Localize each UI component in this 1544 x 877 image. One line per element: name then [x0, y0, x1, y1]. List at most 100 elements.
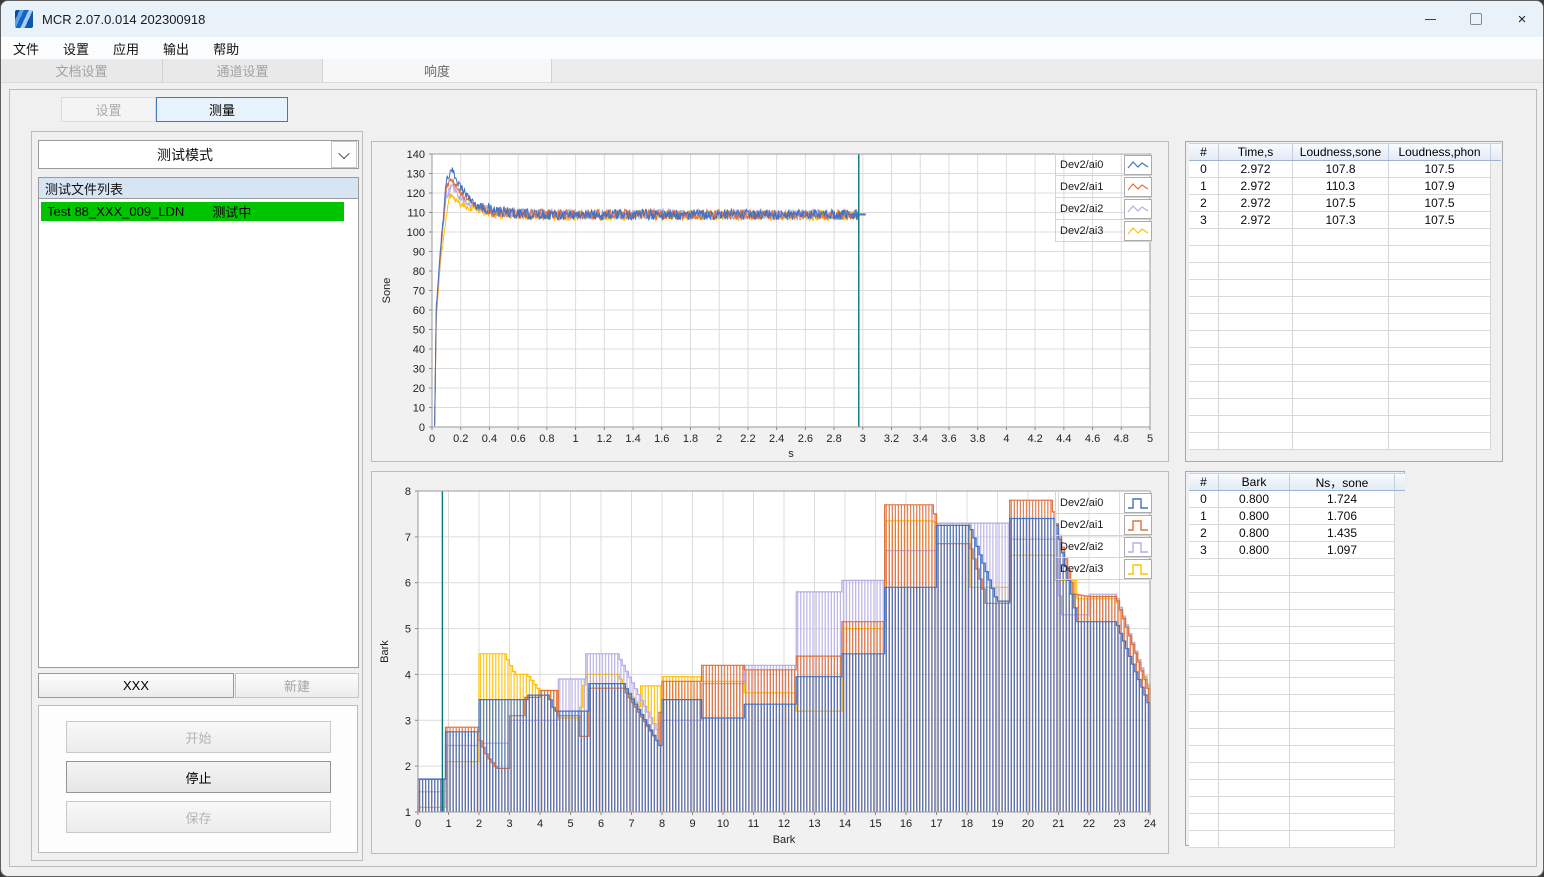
legend-glyph-icon	[1128, 519, 1148, 531]
menu-item-5[interactable]: 帮助	[201, 37, 251, 59]
y-tick-label: 8	[405, 486, 411, 498]
x-tick-label: 9	[689, 818, 695, 830]
loudness-table-empty-cell	[1389, 229, 1491, 246]
specific-loudness-table-panel: # Bark Ns，sone 0 0.800 1.724 1 0.800 1.706 2 0.800…	[1185, 471, 1405, 848]
bark-table-cell: 0.800	[1219, 525, 1290, 542]
bark-table-empty-cell	[1219, 712, 1290, 729]
loudness-table-header-2[interactable]: Time,s	[1219, 144, 1293, 160]
bark-table-header-1[interactable]: #	[1189, 474, 1219, 490]
close-button[interactable]: ×	[1499, 1, 1543, 37]
legend-row-Dev2-ai2[interactable]: Dev2/ai2	[1055, 536, 1152, 558]
loudness-table-header-3[interactable]: Loudness,sone	[1293, 144, 1389, 160]
loudness-table: # Time,s Loudness,sone Loudness,phon 0 2.972 1…	[1189, 143, 1501, 450]
bark-table: # Bark Ns，sone 0 0.800 1.724 1 0.800 1.706 2 0.800…	[1189, 473, 1405, 848]
bark-table-empty-cell	[1219, 814, 1290, 831]
stop-button[interactable]: 停止	[66, 761, 331, 793]
loudness-table-cell: 2.972	[1219, 178, 1293, 195]
legend-swatch-icon	[1124, 536, 1152, 557]
maximize-button[interactable]	[1453, 1, 1499, 37]
x-tick-label: 5	[567, 818, 573, 830]
loudness-table-empty-cell	[1189, 399, 1219, 416]
bark-table-header-3[interactable]: Ns，sone	[1290, 474, 1395, 490]
table-row[interactable]: 3 0.800 1.097	[1189, 542, 1405, 559]
loudness-table-row-filler	[1491, 178, 1501, 195]
menu-item-1[interactable]: 文件	[1, 37, 51, 59]
y-tick-label: 90	[413, 247, 425, 259]
loudness-table-empty-cell	[1293, 348, 1389, 365]
table-row-empty	[1189, 746, 1405, 763]
legend-row-Dev2-ai1[interactable]: Dev2/ai1	[1055, 514, 1152, 536]
xxx-button[interactable]: XXX	[38, 673, 234, 698]
legend-row-Dev2-ai1[interactable]: Dev2/ai1	[1055, 176, 1152, 198]
table-row[interactable]: 0 0.800 1.724	[1189, 491, 1405, 508]
legend-row-Dev2-ai3[interactable]: Dev2/ai3	[1055, 220, 1152, 242]
x-tick-label: 15	[869, 818, 881, 830]
bark-table-empty-cell	[1189, 593, 1219, 610]
table-row-empty	[1189, 314, 1501, 331]
menu-item-3[interactable]: 应用	[101, 37, 151, 59]
bark-table-header-2[interactable]: Bark	[1219, 474, 1290, 490]
loudness-table-empty-cell	[1293, 416, 1389, 433]
loudness-table-empty-cell	[1293, 382, 1389, 399]
menu-item-2[interactable]: 设置	[51, 37, 101, 59]
loudness-table-panel: # Time,s Loudness,sone Loudness,phon 0 2.972 1…	[1185, 141, 1503, 462]
specific-loudness-chart[interactable]: 0 1 2 3 4 5 6 7 8 9 10 11 12 13 14 15 16 17 18 19 20 21 22 23 24…	[372, 472, 1170, 855]
main-tab-3[interactable]: 响度	[323, 59, 552, 82]
app-logo-icon	[15, 10, 33, 28]
table-row-empty	[1189, 382, 1501, 399]
table-row-empty	[1189, 365, 1501, 382]
tab-settings[interactable]: 设置	[61, 97, 156, 122]
loudness-table-empty-cell	[1219, 229, 1293, 246]
table-row[interactable]: 2 0.800 1.435	[1189, 525, 1405, 542]
table-row[interactable]: 2 2.972 107.5 107.5	[1189, 195, 1501, 212]
loudness-time-chart[interactable]: 0 0.2 0.4 0.6 0.8 1 1.2 1.4 1.6 1.8 2 2.2 2.4 2.6 2.8 3…	[372, 142, 1170, 463]
bark-table-empty-cell	[1290, 627, 1395, 644]
legend-label: Dev2/ai3	[1055, 220, 1122, 241]
loudness-table-header-1[interactable]: #	[1189, 144, 1219, 160]
y-tick-label: 3	[405, 715, 411, 727]
table-row[interactable]: 1 2.972 110.3 107.9	[1189, 178, 1501, 195]
test-file-list[interactable]: Test 88_XXX_009_LDN 测试中	[38, 198, 359, 668]
legend-row-Dev2-ai0[interactable]: Dev2/ai0	[1055, 491, 1152, 514]
loudness-table-header-4[interactable]: Loudness,phon	[1389, 144, 1491, 160]
test-mode-dropdown[interactable]: 测试模式	[38, 140, 359, 169]
start-button[interactable]: 开始	[66, 721, 331, 753]
dropdown-arrow-button[interactable]	[331, 141, 357, 168]
main-tab-2[interactable]: 通道设置	[163, 59, 323, 82]
table-row[interactable]: 3 2.972 107.3 107.5	[1189, 212, 1501, 229]
y-tick-label: 40	[413, 344, 425, 356]
loudness-table-row-filler	[1491, 280, 1501, 297]
bark-table-row-filler	[1395, 678, 1405, 695]
menu-item-4[interactable]: 输出	[151, 37, 201, 59]
bark-table-empty-cell	[1219, 780, 1290, 797]
x-tick-label: 2.2	[740, 433, 755, 445]
bark-table-cell: 0.800	[1219, 542, 1290, 559]
bark-table-row-filler	[1395, 729, 1405, 746]
x-tick-label: 2.6	[798, 433, 813, 445]
loudness-table-row-filler	[1491, 433, 1501, 450]
file-status: 测试中	[212, 205, 252, 220]
table-row-empty	[1189, 610, 1405, 627]
save-button[interactable]: 保存	[66, 801, 331, 833]
legend-row-Dev2-ai2[interactable]: Dev2/ai2	[1055, 198, 1152, 220]
table-row[interactable]: 0 2.972 107.8 107.5	[1189, 161, 1501, 178]
minimize-button[interactable]	[1407, 1, 1453, 37]
loudness-table-empty-cell	[1219, 365, 1293, 382]
legend-row-Dev2-ai3[interactable]: Dev2/ai3	[1055, 558, 1152, 580]
bark-table-empty-cell	[1290, 780, 1395, 797]
bark-table-empty-cell	[1290, 695, 1395, 712]
loudness-table-empty-cell	[1293, 280, 1389, 297]
loudness-table-row-filler	[1491, 399, 1501, 416]
loudness-table-cell: 107.5	[1389, 161, 1491, 178]
new-button[interactable]: 新建	[235, 673, 359, 698]
loudness-table-empty-cell	[1189, 280, 1219, 297]
legend-row-Dev2-ai0[interactable]: Dev2/ai0	[1055, 153, 1152, 176]
file-list-item-selected[interactable]: Test 88_XXX_009_LDN 测试中	[41, 202, 344, 221]
legend-glyph-icon	[1127, 160, 1149, 168]
loudness-table-row-filler	[1491, 161, 1501, 178]
x-tick-label: 4.2	[1027, 433, 1042, 445]
table-row[interactable]: 1 0.800 1.706	[1189, 508, 1405, 525]
tab-measure[interactable]: 测量	[156, 97, 288, 122]
bark-table-empty-cell	[1290, 576, 1395, 593]
main-tab-1[interactable]: 文档设置	[1, 59, 163, 82]
